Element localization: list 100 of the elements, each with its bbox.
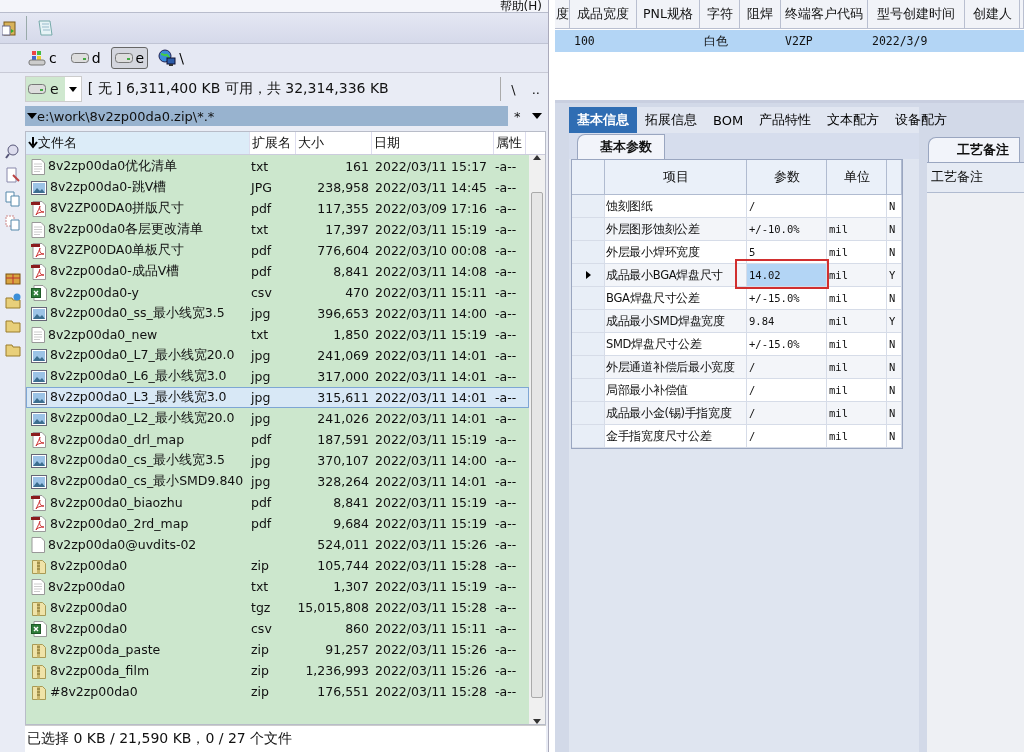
file-row[interactable]: 8v2zp00da0 csv 860 2022/03/11 15:11 -a--: [26, 618, 529, 639]
file-name: 8V2ZP00DA0拼版尺寸: [50, 200, 185, 217]
table-cell[interactable]: +/-10.0%: [747, 218, 827, 240]
table-cell[interactable]: +/-15.0%: [747, 287, 827, 309]
file-row[interactable]: 8v2zp00da0_drl_map pdf 187,591 2022/03/11 15:19 -a--: [26, 429, 529, 450]
nav-button[interactable]: \: [511, 81, 516, 97]
column-header[interactable]: 单位: [827, 160, 887, 194]
tab[interactable]: 基本信息: [569, 107, 637, 133]
tab[interactable]: 产品特性: [751, 107, 820, 133]
folder-icon[interactable]: [4, 317, 21, 333]
paste-icon[interactable]: [2, 20, 16, 36]
table-cell[interactable]: /: [747, 356, 827, 378]
tab[interactable]: BOM: [705, 107, 752, 133]
file-row[interactable]: 8v2zp00da0-跳V槽 JPG 238,958 2022/03/11 14:45 -a--: [26, 177, 529, 198]
table-cell[interactable]: 5: [747, 241, 827, 263]
image-file-icon: [31, 369, 47, 384]
tab[interactable]: 设备配方: [887, 107, 956, 133]
file-row[interactable]: 8V2ZP00DA0拼版尺寸 pdf 117,355 2022/03/09 17:16 -a--: [26, 198, 529, 219]
notepad-icon[interactable]: [37, 19, 53, 37]
drive-dropdown[interactable]: e: [25, 76, 82, 102]
table-cell[interactable]: /: [747, 195, 827, 217]
file-row[interactable]: 8v2zp00da0@uvdits-02 524,011 2022/03/11 15:26 -a--: [26, 534, 529, 555]
column-header[interactable]: PNL规格: [637, 0, 700, 28]
column-header[interactable]: 文件名: [26, 132, 250, 154]
file-extension: pdf: [251, 243, 273, 258]
table-cell[interactable]: /: [747, 425, 827, 447]
file-row[interactable]: 8v2zp00da0_L3_最小线宽3.0 jpg 315,611 2022/03/11 14:01 -a--: [26, 387, 529, 408]
table-row[interactable]: 100 白色 V2ZP 2022/3/9: [555, 30, 1024, 52]
column-header[interactable]: 创建人: [965, 0, 1020, 28]
caret-icon[interactable]: [27, 113, 37, 119]
column-header[interactable]: 终端客户代码: [781, 0, 868, 28]
table-cell: mil: [829, 292, 848, 304]
sub-tab[interactable]: 基本参数: [577, 134, 665, 159]
table-cell[interactable]: 14.02: [747, 264, 827, 286]
path-field[interactable]: e:\work\8v2zp00da0.zip\*.*: [25, 106, 508, 126]
file-row[interactable]: 8v2zp00da0各层更改清单 txt 17,397 2022/03/11 15:19 -a--: [26, 219, 529, 240]
row-header[interactable]: [572, 264, 605, 286]
tab[interactable]: 拓展信息: [637, 107, 705, 133]
scroll-up-icon[interactable]: [533, 155, 541, 160]
column-header[interactable]: 日期: [372, 132, 494, 154]
file-date: 2022/03/11 15:17: [374, 159, 489, 174]
file-row[interactable]: 8v2zp00da_paste zip 91,257 2022/03/11 15:26 -a--: [26, 639, 529, 660]
table-cell: N: [889, 200, 896, 212]
nav-button[interactable]: ..: [531, 81, 540, 97]
file-row[interactable]: 8v2zp00da0_L7_最小线宽20.0 jpg 241,069 2022/03/11 14:01 -a--: [26, 345, 529, 366]
folder-icon[interactable]: [4, 341, 21, 357]
column-header[interactable]: 扩展名: [250, 132, 296, 154]
file-extension: pdf: [251, 495, 273, 510]
column-header[interactable]: 字符: [700, 0, 740, 28]
drive-button[interactable]: e: [110, 47, 149, 69]
file-row[interactable]: 8v2zp00da0_ss_最小线宽3.5 jpg 396,653 2022/03/11 14:00 -a--: [26, 303, 529, 324]
file-row[interactable]: #8v2zp00da0 zip 176,551 2022/03/11 15:28 -a--: [26, 681, 529, 702]
file-date: 2022/03/11 14:01: [374, 474, 489, 489]
table-cell[interactable]: +/-15.0%: [747, 333, 827, 355]
move-icon[interactable]: [4, 215, 21, 231]
file-row[interactable]: 8v2zp00da0优化清单 txt 161 2022/03/11 15:17 -a--: [26, 156, 529, 177]
search-icon[interactable]: [4, 143, 21, 159]
help-menu[interactable]: 帮助(H): [499, 0, 542, 12]
file-attributes: -a--: [495, 474, 518, 489]
drive-button[interactable]: c: [24, 47, 61, 69]
filter-button[interactable]: *: [513, 108, 521, 124]
column-header[interactable]: 度: [555, 0, 570, 28]
tab[interactable]: 文本配方: [819, 107, 888, 133]
column-header[interactable]: 大小: [296, 132, 372, 154]
caret-icon[interactable]: [532, 113, 543, 119]
file-row[interactable]: 8v2zp00da0_2rd_map pdf 9,684 2022/03/11 15:19 -a--: [26, 513, 529, 534]
file-size: 396,653: [316, 306, 370, 321]
file-date: 2022/03/11 15:19: [374, 495, 489, 510]
file-row[interactable]: 8v2zp00da0 tgz 15,015,808 2022/03/11 15:28 -a--: [26, 597, 529, 618]
table-cell[interactable]: /: [747, 379, 827, 401]
file-row[interactable]: 8v2zp00da0_cs_最小线宽3.5 jpg 370,107 2022/03/11 14:00 -a--: [26, 450, 529, 471]
column-header[interactable]: 项目: [605, 160, 747, 194]
column-header[interactable]: 成品宽度: [570, 0, 637, 28]
file-row[interactable]: 8v2zp00da0-y csv 470 2022/03/11 15:11 -a--: [26, 282, 529, 303]
table-cell[interactable]: /: [747, 402, 827, 424]
file-row[interactable]: 8v2zp00da0_new txt 1,850 2022/03/11 15:19 -a--: [26, 324, 529, 345]
file-row[interactable]: 8v2zp00da0-成品V槽 pdf 8,841 2022/03/11 14:08 -a--: [26, 261, 529, 282]
caret-icon[interactable]: [68, 86, 77, 92]
file-row[interactable]: 8v2zp00da0 txt 1,307 2022/03/11 15:19 -a--: [26, 576, 529, 597]
file-row[interactable]: 8V2ZP00DA0单板尺寸 pdf 776,604 2022/03/10 00:08 -a--: [26, 240, 529, 261]
sort-arrow-icon: [28, 137, 38, 149]
file-row[interactable]: 8v2zp00da0_L6_最小线宽3.0 jpg 317,000 2022/03/11 14:01 -a--: [26, 366, 529, 387]
column-header[interactable]: 阻焊: [740, 0, 781, 28]
table-cell[interactable]: 9.84: [747, 310, 827, 332]
edit-file-icon[interactable]: [4, 167, 21, 183]
copy-icon[interactable]: [4, 191, 21, 207]
notes-tab[interactable]: 工艺备注: [928, 137, 1020, 162]
drive-button[interactable]: \: [154, 46, 188, 70]
file-row[interactable]: 8v2zp00da_film zip 1,236,993 2022/03/11 15:26 -a--: [26, 660, 529, 681]
column-header[interactable]: 参数: [747, 160, 827, 194]
file-row[interactable]: 8v2zp00da0_cs_最小SMD9.840 jpg 328,264 2022/03/11 14:01 -a--: [26, 471, 529, 492]
drive-button[interactable]: d: [66, 47, 105, 69]
file-row[interactable]: 8v2zp00da0_L2_最小线宽20.0 jpg 241,026 2022/03/11 14:01 -a--: [26, 408, 529, 429]
file-row[interactable]: 8v2zp00da0_biaozhu pdf 8,841 2022/03/11 15:19 -a--: [26, 492, 529, 513]
scrollbar[interactable]: [529, 155, 545, 724]
table-cell-text: 白色: [703, 32, 729, 50]
file-row[interactable]: 8v2zp00da0 zip 105,744 2022/03/11 15:28 -a--: [26, 555, 529, 576]
new-folder-icon[interactable]: [4, 293, 21, 309]
column-header[interactable]: 属性: [494, 132, 526, 154]
column-header[interactable]: 型号创建时间: [868, 0, 965, 28]
